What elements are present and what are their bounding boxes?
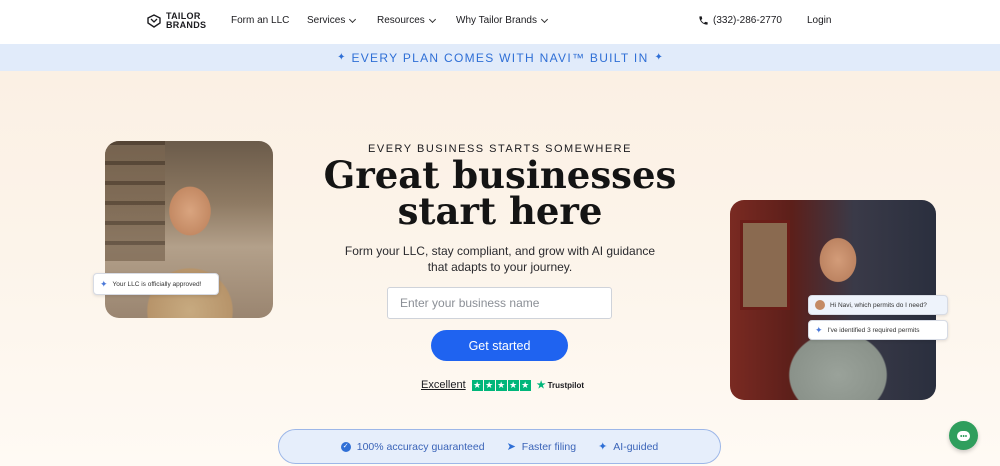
feature-accuracy: ✓ 100% accuracy guaranteed bbox=[340, 440, 485, 453]
subtitle-line-1: Form your LLC, stay compliant, and grow … bbox=[344, 244, 656, 258]
avatar bbox=[815, 300, 825, 310]
logo-line-2: BRANDS bbox=[166, 20, 207, 30]
feature-accuracy-label: 100% accuracy guaranteed bbox=[356, 440, 485, 453]
nav-services-label: Services bbox=[307, 15, 346, 26]
navi-answer-chip: ✦ I've identified 3 required permits bbox=[808, 320, 948, 340]
nav-services[interactable]: Services bbox=[307, 15, 357, 26]
headline-line-1: Great businesses bbox=[323, 153, 677, 197]
trustpilot-brand: Trustpilot bbox=[547, 380, 585, 390]
features-bar: ✓ 100% accuracy guaranteed ➤ Faster fili… bbox=[278, 429, 721, 464]
sparkle-icon: ✦ bbox=[654, 52, 663, 63]
chat-button[interactable] bbox=[949, 421, 978, 450]
sparkle-icon: ✦ bbox=[337, 52, 346, 63]
star-icon: ★ bbox=[495, 379, 507, 391]
nav-why-label: Why Tailor Brands bbox=[456, 15, 537, 26]
star-icon: ★ bbox=[507, 379, 519, 391]
star-icon: ★ bbox=[471, 379, 483, 391]
llc-approved-chip: ✦ Your LLC is officially approved! bbox=[93, 273, 219, 295]
login-link[interactable]: Login bbox=[807, 15, 831, 26]
chevron-down-icon bbox=[349, 15, 357, 23]
star-icon: ★ bbox=[483, 379, 495, 391]
fast-arrows-icon: ➤ bbox=[506, 441, 516, 453]
sparkle-icon: ✦ bbox=[598, 441, 608, 453]
nav-resources[interactable]: Resources bbox=[377, 15, 436, 26]
feature-faster-filing: ➤ Faster filing bbox=[506, 440, 577, 454]
chat-bubble-icon bbox=[957, 430, 970, 441]
trustpilot-logo: ★ Trustpilot bbox=[537, 380, 584, 391]
logo-text: TAILOR BRANDS bbox=[166, 12, 206, 30]
get-started-button[interactable]: Get started bbox=[431, 330, 568, 361]
hero-subtitle: Form your LLC, stay compliant, and grow … bbox=[0, 243, 1000, 275]
subtitle-line-2: that adapts to your journey. bbox=[427, 260, 573, 274]
sparkle-icon: ✦ bbox=[815, 324, 823, 335]
logo-icon bbox=[147, 14, 161, 28]
nav-form-llc[interactable]: Form an LLC bbox=[231, 15, 289, 26]
nav-resources-label: Resources bbox=[377, 15, 425, 26]
promo-banner[interactable]: ✦ EVERY PLAN COMES WITH NAVI™ BUILT IN ✦ bbox=[0, 44, 1000, 71]
banner-text: EVERY PLAN COMES WITH NAVI™ BUILT IN bbox=[351, 50, 649, 65]
top-nav: TAILOR BRANDS Form an LLC Services Resou… bbox=[0, 0, 1000, 44]
hero-headline: Great businesses start here bbox=[0, 153, 1000, 233]
trustpilot-stars: ★ ★ ★ ★ ★ bbox=[471, 379, 531, 391]
llc-approved-text: Your LLC is officially approved! bbox=[112, 280, 202, 288]
check-badge-icon: ✓ bbox=[340, 441, 351, 452]
headline-line-2: start here bbox=[397, 189, 603, 233]
feature-faster-label: Faster filing bbox=[521, 440, 577, 453]
sparkle-icon: ✦ bbox=[100, 278, 108, 289]
phone-icon bbox=[699, 16, 708, 25]
navi-question-chip: Hi Navi, which permits do I need? bbox=[808, 295, 948, 315]
trustpilot-rating-word: Excellent bbox=[421, 379, 466, 391]
feature-ai-label: AI-guided bbox=[613, 440, 659, 453]
hero-section: ✦ Your LLC is officially approved! Hi Na… bbox=[0, 71, 1000, 466]
trustpilot-rating[interactable]: Excellent ★ ★ ★ ★ ★ ★ Trustpilot bbox=[421, 379, 584, 391]
feature-ai-guided: ✦ AI-guided bbox=[598, 440, 659, 454]
nav-why-tailor-brands[interactable]: Why Tailor Brands bbox=[456, 15, 549, 26]
phone-number: (332)-286-2770 bbox=[713, 15, 782, 26]
navi-answer-text: I've identified 3 required permits bbox=[827, 326, 920, 334]
navi-question-text: Hi Navi, which permits do I need? bbox=[830, 301, 927, 309]
phone-link[interactable]: (332)-286-2770 bbox=[698, 15, 782, 26]
trustpilot-star-icon: ★ bbox=[536, 379, 546, 391]
chevron-down-icon bbox=[540, 15, 549, 23]
nav-form-llc-label: Form an LLC bbox=[231, 15, 290, 26]
star-icon: ★ bbox=[519, 379, 531, 391]
chevron-down-icon bbox=[428, 15, 436, 23]
logo[interactable]: TAILOR BRANDS bbox=[146, 12, 206, 30]
business-name-input[interactable] bbox=[387, 287, 612, 319]
